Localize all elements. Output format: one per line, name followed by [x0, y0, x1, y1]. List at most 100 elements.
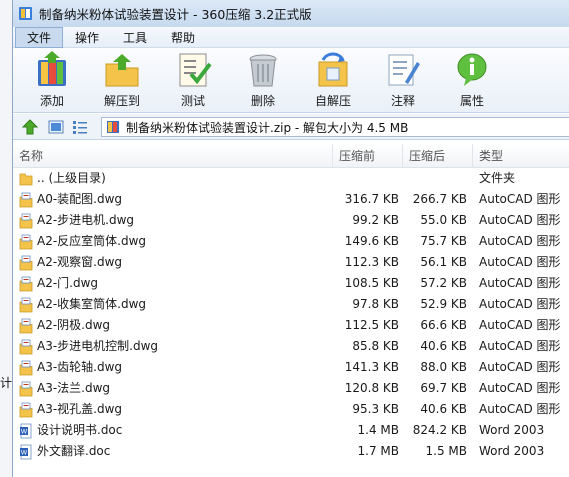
menu-item-1[interactable]: 操作 [63, 27, 111, 48]
file-type: Word 2003 [479, 423, 545, 437]
dwg-file-icon [19, 255, 33, 271]
file-name-cell: A2-步进电机.dwg [19, 210, 134, 231]
file-row[interactable]: A3-步进电机控制.dwg 85.8 KB 40.6 KB AutoCAD 图形 [13, 336, 569, 357]
file-type: AutoCAD 图形 [479, 192, 561, 206]
file-row[interactable]: A0-装配图.dwg 316.7 KB 266.7 KB AutoCAD 图形 [13, 189, 569, 210]
archive-path: 制备纳米粉体试验装置设计.zip - 解包大小为 4.5 MB [126, 120, 409, 135]
file-type: Word 2003 [479, 444, 545, 458]
column-header-type[interactable]: 类型 [473, 144, 569, 168]
file-name-cell: A2-门.dwg [19, 273, 98, 294]
menu-item-3[interactable]: 帮助 [159, 27, 207, 48]
toolbar-button-label: 添加 [39, 94, 64, 108]
archive-window: 制备纳米粉体试验装置设计 - 360压缩 3.2正式版 文件 操作 工具 帮助 添加 解… [12, 0, 569, 477]
file-size: 120.8 KB [344, 381, 399, 395]
file-row[interactable]: A3-视孔盖.dwg 95.3 KB 40.6 KB AutoCAD 图形 [13, 399, 569, 420]
test-icon [173, 50, 213, 90]
file-row[interactable]: A2-门.dwg 108.5 KB 57.2 KB AutoCAD 图形 [13, 273, 569, 294]
file-name-cell: A2-观察窗.dwg [19, 252, 122, 273]
file-size [333, 168, 399, 189]
file-name: A0-装配图.dwg [37, 192, 123, 206]
file-compressed-size: 1.5 MB [425, 444, 467, 458]
column-header-size[interactable]: 压缩前 [333, 144, 403, 168]
self-extract-icon [313, 50, 353, 90]
view-list-icon[interactable] [71, 118, 89, 136]
toolbar-button-label: 删除 [250, 94, 275, 108]
file-row[interactable]: A2-阴极.dwg 112.5 KB 66.6 KB AutoCAD 图形 [13, 315, 569, 336]
toolbar-button-2[interactable]: 测试 [158, 50, 228, 109]
toolbar-button-1[interactable]: 解压到 [87, 50, 157, 109]
file-row[interactable]: W 设计说明书.doc 1.4 MB 824.2 KB Word 2003 [13, 420, 569, 441]
file-type: 文件夹 [479, 171, 516, 185]
comment-icon [383, 50, 423, 90]
file-compressed-size: 40.6 KB [420, 339, 467, 353]
file-size: 1.4 MB [357, 423, 399, 437]
menu-bar: 文件 操作 工具 帮助 [13, 26, 569, 48]
file-compressed-size: 88.0 KB [420, 360, 467, 374]
dwg-file-icon [19, 402, 33, 418]
file-type: AutoCAD 图形 [479, 360, 561, 374]
address-bar: 制备纳米粉体试验装置设计.zip - 解包大小为 4.5 MB [13, 114, 569, 140]
toolbar-button-label: 自解压 [314, 94, 351, 108]
file-name: A3-步进电机控制.dwg [37, 339, 159, 353]
file-name: A2-阴极.dwg [37, 318, 111, 332]
toolbar-button-label: 解压到 [103, 94, 140, 108]
menu-item-0[interactable]: 文件 [15, 26, 64, 48]
file-row[interactable]: A2-收集室筒体.dwg 97.8 KB 52.9 KB AutoCAD 图形 [13, 294, 569, 315]
file-rows: .. (上级目录) 文件夹 A0-装配图.dwg 316.7 KB 266.7 KB Au… [13, 168, 569, 462]
view-thumbnail-icon[interactable] [47, 118, 65, 136]
background-window-edge [0, 0, 12, 477]
toolbar-button-4[interactable]: 自解压 [298, 50, 368, 109]
column-header-name[interactable]: 名称 [13, 144, 333, 168]
file-size: 99.2 KB [352, 213, 399, 227]
column-header-compressed[interactable]: 压缩后 [403, 144, 473, 168]
file-name-cell: A3-视孔盖.dwg [19, 399, 122, 420]
file-name-cell: A3-法兰.dwg [19, 378, 110, 399]
file-row[interactable]: A3-法兰.dwg 120.8 KB 69.7 KB AutoCAD 图形 [13, 378, 569, 399]
list-header: 名称 压缩前 压缩后 类型 [13, 144, 569, 168]
file-name: A2-反应室筒体.dwg [37, 234, 147, 248]
file-list: 名称 压缩前 压缩后 类型 .. (上级目录) 文件夹 A0-装配图.dwg 316.… [13, 141, 569, 477]
file-row[interactable]: A2-反应室筒体.dwg 149.6 KB 75.7 KB AutoCAD 图形 [13, 231, 569, 252]
toolbar-button-3[interactable]: 删除 [228, 50, 298, 109]
file-size: 97.8 KB [352, 297, 399, 311]
toolbar-button-5[interactable]: 注释 [368, 50, 438, 109]
toolbar-button-label: 测试 [180, 94, 205, 108]
parent-folder-icon [19, 171, 33, 187]
file-name-cell: W 外文翻译.doc [19, 441, 110, 462]
toolbar-button-6[interactable]: 属性 [437, 50, 507, 109]
up-arrow-icon[interactable] [21, 118, 39, 136]
menu-item-2[interactable]: 工具 [111, 27, 159, 48]
file-size: 112.5 KB [344, 318, 399, 332]
file-row[interactable]: A2-观察窗.dwg 112.3 KB 56.1 KB AutoCAD 图形 [13, 252, 569, 273]
file-name: A3-齿轮轴.dwg [37, 360, 123, 374]
file-name: A2-收集室筒体.dwg [37, 297, 147, 311]
file-size: 149.6 KB [344, 234, 399, 248]
file-name: .. (上级目录) [37, 171, 106, 185]
file-type: AutoCAD 图形 [479, 381, 561, 395]
dwg-file-icon [19, 276, 33, 292]
file-type: AutoCAD 图形 [479, 339, 561, 353]
file-type: AutoCAD 图形 [479, 234, 561, 248]
file-size: 95.3 KB [352, 402, 399, 416]
toolbar-button-label: 注释 [390, 94, 415, 108]
file-row[interactable]: A2-步进电机.dwg 99.2 KB 55.0 KB AutoCAD 图形 [13, 210, 569, 231]
background-window-text: 计 [0, 376, 12, 390]
file-compressed-size: 266.7 KB [412, 192, 467, 206]
app-logo-icon [18, 6, 33, 21]
file-compressed-size: 69.7 KB [420, 381, 467, 395]
file-compressed-size: 66.6 KB [420, 318, 467, 332]
file-name: A3-法兰.dwg [37, 381, 111, 395]
file-compressed-size: 57.2 KB [420, 276, 467, 290]
file-row[interactable]: .. (上级目录) 文件夹 [13, 168, 569, 189]
dwg-file-icon [19, 234, 33, 250]
file-compressed-size [405, 168, 467, 189]
file-compressed-size: 824.2 KB [412, 423, 467, 437]
address-field[interactable]: 制备纳米粉体试验装置设计.zip - 解包大小为 4.5 MB [101, 117, 569, 137]
file-type: AutoCAD 图形 [479, 255, 561, 269]
svg-text:W: W [21, 427, 28, 435]
file-row[interactable]: A3-齿轮轴.dwg 141.3 KB 88.0 KB AutoCAD 图形 [13, 357, 569, 378]
toolbar-button-0[interactable]: 添加 [17, 50, 87, 109]
file-row[interactable]: W 外文翻译.doc 1.7 MB 1.5 MB Word 2003 [13, 441, 569, 462]
file-name-cell: .. (上级目录) [19, 168, 106, 189]
file-name-cell: A0-装配图.dwg [19, 189, 122, 210]
